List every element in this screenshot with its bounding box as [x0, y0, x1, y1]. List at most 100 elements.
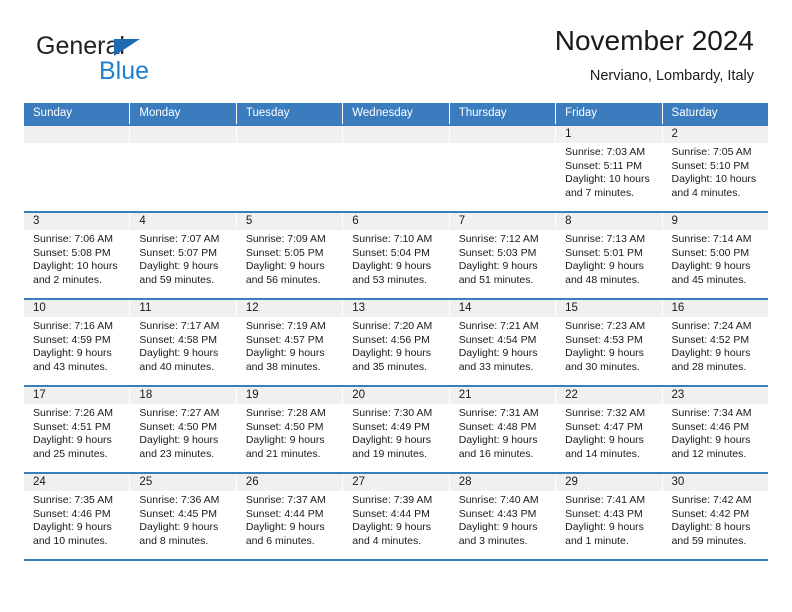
sunset-text: Sunset: 5:08 PM	[33, 246, 111, 259]
day-cell[interactable]: 21 Sunrise: 7:31 AM Sunset: 4:48 PM Dayl…	[449, 387, 557, 472]
sunset-text: Sunset: 4:47 PM	[565, 420, 643, 433]
sunset-text: Sunset: 4:43 PM	[458, 507, 537, 520]
calendar-page: General Blue November 2024 Nerviano, Lom…	[0, 0, 792, 612]
day-details: Sunrise: 7:03 AM Sunset: 5:11 PM Dayligh…	[556, 143, 661, 200]
daylight-text-line2: and 48 minutes.	[565, 273, 640, 286]
day-cell[interactable]: 27 Sunrise: 7:39 AM Sunset: 4:44 PM Dayl…	[343, 474, 450, 559]
day-cell[interactable]: 17 Sunrise: 7:26 AM Sunset: 4:51 PM Dayl…	[24, 387, 131, 472]
sunrise-text: Sunrise: 7:36 AM	[139, 494, 220, 506]
day-cell[interactable]: 14 Sunrise: 7:21 AM Sunset: 4:54 PM Dayl…	[449, 300, 557, 385]
daylight-text-line2: and 33 minutes.	[458, 360, 534, 373]
day-cell[interactable]: 19 Sunrise: 7:28 AM Sunset: 4:50 PM Dayl…	[236, 387, 344, 472]
day-cell[interactable]: 4 Sunrise: 7:07 AM Sunset: 5:07 PM Dayli…	[130, 213, 237, 298]
day-number	[343, 126, 449, 143]
sunrise-text: Sunrise: 7:28 AM	[245, 407, 326, 419]
day-cell[interactable]	[236, 126, 344, 211]
day-number: 11	[130, 300, 236, 317]
day-cell[interactable]: 10 Sunrise: 7:16 AM Sunset: 4:59 PM Dayl…	[24, 300, 131, 385]
sunset-text: Sunset: 4:50 PM	[245, 420, 324, 433]
day-cell[interactable]: 12 Sunrise: 7:19 AM Sunset: 4:57 PM Dayl…	[236, 300, 344, 385]
day-number: 26	[236, 474, 343, 491]
daylight-text-line1: Daylight: 9 hours	[245, 434, 325, 447]
day-cell[interactable]: 23 Sunrise: 7:34 AM Sunset: 4:46 PM Dayl…	[662, 387, 768, 472]
sunset-text: Sunset: 4:45 PM	[139, 507, 218, 520]
sunrise-text: Sunrise: 7:05 AM	[671, 146, 752, 158]
day-number: 8	[556, 213, 662, 230]
day-details: Sunrise: 7:16 AM Sunset: 4:59 PM Dayligh…	[24, 317, 129, 374]
sunset-text: Sunset: 4:56 PM	[352, 333, 430, 346]
day-details: Sunrise: 7:17 AM Sunset: 4:58 PM Dayligh…	[130, 317, 235, 374]
day-cell[interactable]: 26 Sunrise: 7:37 AM Sunset: 4:44 PM Dayl…	[236, 474, 344, 559]
day-number: 21	[449, 387, 556, 404]
day-number: 23	[662, 387, 768, 404]
sunset-text: Sunset: 4:46 PM	[33, 507, 111, 520]
daylight-text-line1: Daylight: 9 hours	[352, 434, 432, 447]
daylight-text-line2: and 12 minutes.	[671, 447, 747, 460]
daylight-text-line1: Daylight: 9 hours	[245, 347, 325, 360]
day-cell[interactable]: 1 Sunrise: 7:03 AM Sunset: 5:11 PM Dayli…	[556, 126, 663, 211]
sunrise-text: Sunrise: 7:35 AM	[33, 494, 113, 506]
daylight-text-line2: and 53 minutes.	[352, 273, 427, 286]
daylight-text-line2: and 1 minute.	[565, 534, 629, 547]
general-blue-logo[interactable]: General Blue	[36, 32, 226, 90]
day-cell[interactable]: 24 Sunrise: 7:35 AM Sunset: 4:46 PM Dayl…	[24, 474, 131, 559]
day-cell[interactable]: 18 Sunrise: 7:27 AM Sunset: 4:50 PM Dayl…	[130, 387, 237, 472]
day-cell[interactable]: 8 Sunrise: 7:13 AM Sunset: 5:01 PM Dayli…	[556, 213, 663, 298]
weekday-header-thursday: Thursday	[449, 103, 557, 124]
day-number	[236, 126, 343, 143]
day-cell[interactable]: 6 Sunrise: 7:10 AM Sunset: 5:04 PM Dayli…	[343, 213, 450, 298]
day-number: 13	[343, 300, 449, 317]
day-number: 9	[662, 213, 768, 230]
day-details	[450, 143, 555, 146]
day-cell[interactable]	[24, 126, 131, 211]
calendar-grid: Sunday Monday Tuesday Wednesday Thursday…	[24, 103, 768, 561]
day-cell[interactable]: 5 Sunrise: 7:09 AM Sunset: 5:05 PM Dayli…	[236, 213, 344, 298]
day-cell[interactable]: 13 Sunrise: 7:20 AM Sunset: 4:56 PM Dayl…	[343, 300, 450, 385]
day-cell[interactable]: 22 Sunrise: 7:32 AM Sunset: 4:47 PM Dayl…	[556, 387, 663, 472]
daylight-text-line1: Daylight: 9 hours	[565, 260, 644, 273]
day-details: Sunrise: 7:21 AM Sunset: 4:54 PM Dayligh…	[450, 317, 555, 374]
daylight-text-line2: and 2 minutes.	[33, 273, 102, 286]
sunrise-text: Sunrise: 7:23 AM	[565, 320, 646, 332]
sunrise-text: Sunrise: 7:07 AM	[139, 233, 220, 245]
day-details: Sunrise: 7:20 AM Sunset: 4:56 PM Dayligh…	[343, 317, 448, 374]
day-number: 20	[343, 387, 449, 404]
day-number: 12	[236, 300, 343, 317]
day-number: 30	[662, 474, 768, 491]
daylight-text-line1: Daylight: 9 hours	[671, 260, 751, 273]
daylight-text-line2: and 21 minutes.	[245, 447, 321, 460]
sunset-text: Sunset: 4:42 PM	[671, 507, 750, 520]
sunset-text: Sunset: 5:07 PM	[139, 246, 218, 259]
day-cell[interactable]	[343, 126, 450, 211]
sunset-text: Sunset: 4:48 PM	[458, 420, 537, 433]
day-cell[interactable]: 16 Sunrise: 7:24 AM Sunset: 4:52 PM Dayl…	[662, 300, 768, 385]
day-cell[interactable]	[130, 126, 237, 211]
sunrise-text: Sunrise: 7:27 AM	[139, 407, 220, 419]
day-cell[interactable]: 28 Sunrise: 7:40 AM Sunset: 4:43 PM Dayl…	[449, 474, 557, 559]
day-cell[interactable]: 7 Sunrise: 7:12 AM Sunset: 5:03 PM Dayli…	[449, 213, 557, 298]
daylight-text-line2: and 10 minutes.	[33, 534, 108, 547]
day-cell[interactable]: 25 Sunrise: 7:36 AM Sunset: 4:45 PM Dayl…	[130, 474, 237, 559]
sunset-text: Sunset: 4:59 PM	[33, 333, 111, 346]
day-cell[interactable]: 3 Sunrise: 7:06 AM Sunset: 5:08 PM Dayli…	[24, 213, 131, 298]
day-number: 29	[556, 474, 662, 491]
week-row: 17 Sunrise: 7:26 AM Sunset: 4:51 PM Dayl…	[24, 385, 768, 472]
day-cell[interactable]: 9 Sunrise: 7:14 AM Sunset: 5:00 PM Dayli…	[662, 213, 768, 298]
sunset-text: Sunset: 4:52 PM	[671, 333, 750, 346]
weekday-header-row: Sunday Monday Tuesday Wednesday Thursday…	[24, 103, 768, 124]
sunrise-text: Sunrise: 7:42 AM	[671, 494, 752, 506]
week-row: 10 Sunrise: 7:16 AM Sunset: 4:59 PM Dayl…	[24, 298, 768, 385]
day-cell[interactable]: 30 Sunrise: 7:42 AM Sunset: 4:42 PM Dayl…	[662, 474, 768, 559]
page-header: General Blue November 2024 Nerviano, Lom…	[24, 24, 768, 96]
daylight-text-line1: Daylight: 9 hours	[139, 260, 219, 273]
daylight-text-line2: and 30 minutes.	[565, 360, 640, 373]
day-number: 15	[556, 300, 662, 317]
day-cell[interactable]: 11 Sunrise: 7:17 AM Sunset: 4:58 PM Dayl…	[130, 300, 237, 385]
day-cell[interactable]	[449, 126, 557, 211]
day-number: 7	[449, 213, 556, 230]
day-cell[interactable]: 15 Sunrise: 7:23 AM Sunset: 4:53 PM Dayl…	[556, 300, 663, 385]
day-cell[interactable]: 2 Sunrise: 7:05 AM Sunset: 5:10 PM Dayli…	[662, 126, 768, 211]
day-cell[interactable]: 20 Sunrise: 7:30 AM Sunset: 4:49 PM Dayl…	[343, 387, 450, 472]
sunrise-text: Sunrise: 7:10 AM	[352, 233, 433, 245]
day-cell[interactable]: 29 Sunrise: 7:41 AM Sunset: 4:43 PM Dayl…	[556, 474, 663, 559]
